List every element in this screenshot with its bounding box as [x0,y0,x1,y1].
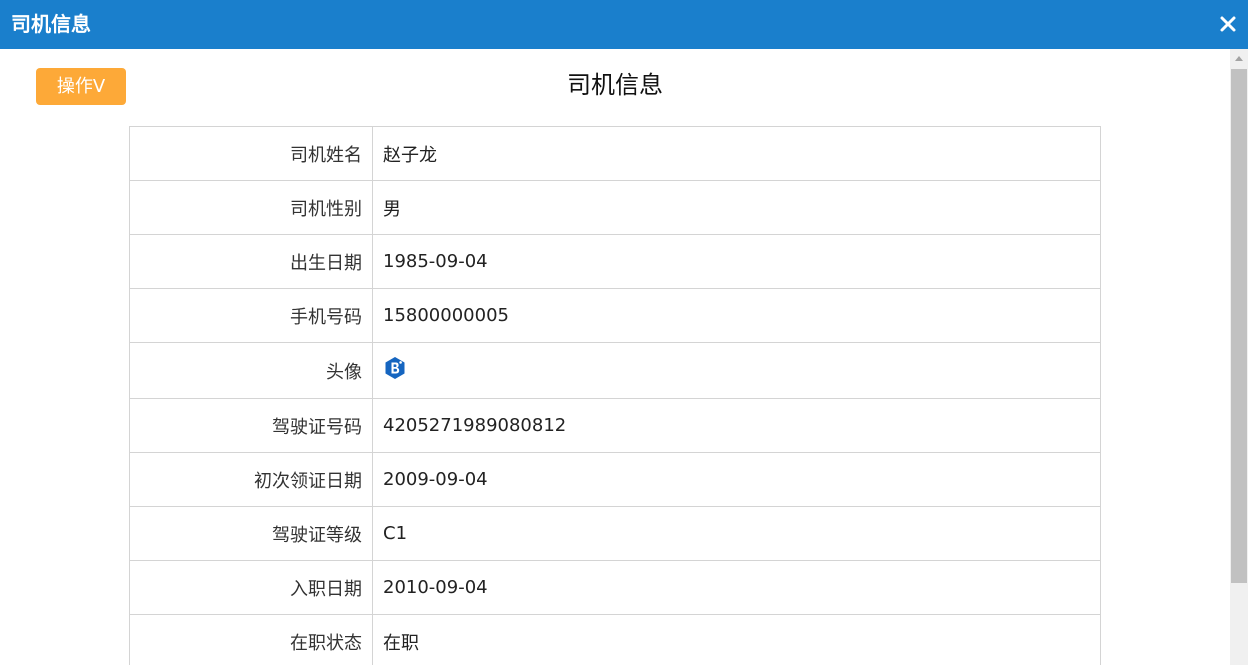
field-value-phone: 15800000005 [372,288,1101,343]
field-label-employment-status: 在职状态 [129,614,373,665]
dialog-content: 操作V 司机信息 司机姓名 赵子龙 司机性别 男 出生日期 1985-09-04… [0,49,1230,665]
table-row: 出生日期 1985-09-04 [129,234,1101,289]
field-value-name: 赵子龙 [372,126,1101,181]
table-row: 头像 [129,342,1101,399]
field-label-license-class: 驾驶证等级 [129,506,373,561]
vertical-scrollbar[interactable] [1230,49,1248,665]
field-value-first-license-date: 2009-09-04 [372,452,1101,507]
field-value-license-number: 4205271989080812 [372,398,1101,453]
scroll-up-arrow-icon [1235,56,1243,61]
table-row: 初次领证日期 2009-09-04 [129,452,1101,507]
scrollbar-thumb[interactable] [1231,69,1247,583]
dialog-titlebar: 司机信息 [0,0,1248,49]
avatar-logo-icon[interactable] [383,356,407,380]
field-label-hire-date: 入职日期 [129,560,373,615]
close-icon [1220,16,1236,32]
table-row: 驾驶证等级 C1 [129,506,1101,561]
field-value-birth-date: 1985-09-04 [372,234,1101,289]
table-row: 在职状态 在职 [129,614,1101,665]
field-label-birth-date: 出生日期 [129,234,373,289]
field-value-employment-status: 在职 [372,614,1101,665]
driver-info-dialog: 司机信息 操作V 司机信息 司机姓名 赵子龙 司机性别 男 出生日期 1985-… [0,0,1248,665]
dialog-title: 司机信息 [11,12,91,36]
scroll-up-button[interactable] [1230,49,1248,69]
table-row: 入职日期 2010-09-04 [129,560,1101,615]
page-title: 司机信息 [567,71,663,99]
field-label-license-number: 驾驶证号码 [129,398,373,453]
field-label-name: 司机姓名 [129,126,373,181]
field-value-hire-date: 2010-09-04 [372,560,1101,615]
field-label-first-license-date: 初次领证日期 [129,452,373,507]
table-row: 驾驶证号码 4205271989080812 [129,398,1101,453]
table-row: 司机姓名 赵子龙 [129,126,1101,181]
field-value-avatar [372,342,1101,399]
driver-info-table: 司机姓名 赵子龙 司机性别 男 出生日期 1985-09-04 手机号码 158… [129,126,1101,665]
field-label-gender: 司机性别 [129,180,373,235]
table-row: 手机号码 15800000005 [129,288,1101,343]
field-value-license-class: C1 [372,506,1101,561]
field-label-phone: 手机号码 [129,288,373,343]
table-row: 司机性别 男 [129,180,1101,235]
field-value-gender: 男 [372,180,1101,235]
field-label-avatar: 头像 [129,342,373,399]
close-button[interactable] [1216,12,1240,36]
